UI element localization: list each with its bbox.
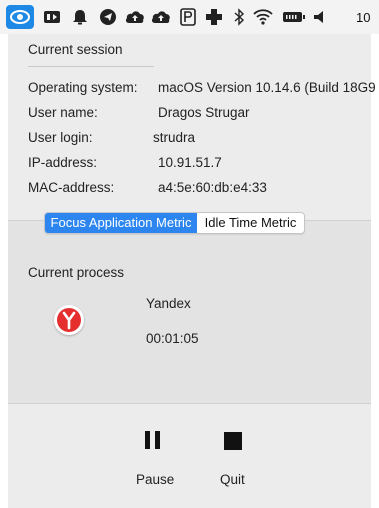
tab-idle-time-metric[interactable]: Idle Time Metric xyxy=(197,213,304,233)
metric-segmented-control: Focus Application Metric Idle Time Metri… xyxy=(44,212,305,234)
user-login-value: strudra xyxy=(153,130,196,145)
tab-focus-application-metric[interactable]: Focus Application Metric xyxy=(45,213,197,233)
bluetooth-icon[interactable] xyxy=(230,7,248,27)
app-panel: Current session Operating system: macOS … xyxy=(8,34,376,508)
session-divider xyxy=(28,66,154,67)
quit-button[interactable]: Quit xyxy=(208,430,258,496)
cloud-upload-icon[interactable] xyxy=(150,7,172,27)
os-value: macOS Version 10.14.6 (Build 18G9 xyxy=(158,80,376,95)
wifi-icon[interactable] xyxy=(252,7,274,27)
video-icon[interactable] xyxy=(42,7,62,27)
mac-address-value: a4:5e:60:db:e4:33 xyxy=(158,180,267,195)
volume-icon[interactable] xyxy=(312,7,330,27)
user-name-label: User name: xyxy=(28,105,98,120)
ip-address-label: IP-address: xyxy=(28,155,98,170)
eye-icon[interactable] xyxy=(6,5,34,29)
notification-bell-icon[interactable] xyxy=(70,7,90,27)
battery-icon[interactable] xyxy=(282,7,306,27)
pause-button[interactable]: Pause xyxy=(128,430,178,496)
quit-label: Quit xyxy=(220,472,245,487)
process-elapsed-time: 00:01:05 xyxy=(146,331,199,346)
cloud-upload-icon[interactable] xyxy=(124,7,146,27)
pause-icon xyxy=(143,430,163,450)
current-process-title: Current process xyxy=(28,265,125,280)
medical-cross-icon[interactable] xyxy=(204,7,224,27)
parking-icon[interactable] xyxy=(178,7,198,27)
metrics-section: Focus Application Metric Idle Time Metri… xyxy=(8,212,371,404)
telegram-icon[interactable] xyxy=(98,7,118,27)
mac-address-label: MAC-address: xyxy=(28,180,115,195)
menu-bar: 10 xyxy=(0,0,379,34)
current-session-title: Current session xyxy=(28,42,123,57)
user-login-label: User login: xyxy=(28,130,93,145)
user-name-value: Dragos Strugar xyxy=(158,105,250,120)
ip-address-value: 10.91.51.7 xyxy=(158,155,222,170)
stop-icon xyxy=(224,432,242,450)
menu-clock: 10 xyxy=(356,10,371,25)
pause-label: Pause xyxy=(136,472,175,487)
os-label: Operating system: xyxy=(28,80,138,95)
process-app-name: Yandex xyxy=(146,296,191,311)
yandex-browser-icon xyxy=(54,305,84,335)
